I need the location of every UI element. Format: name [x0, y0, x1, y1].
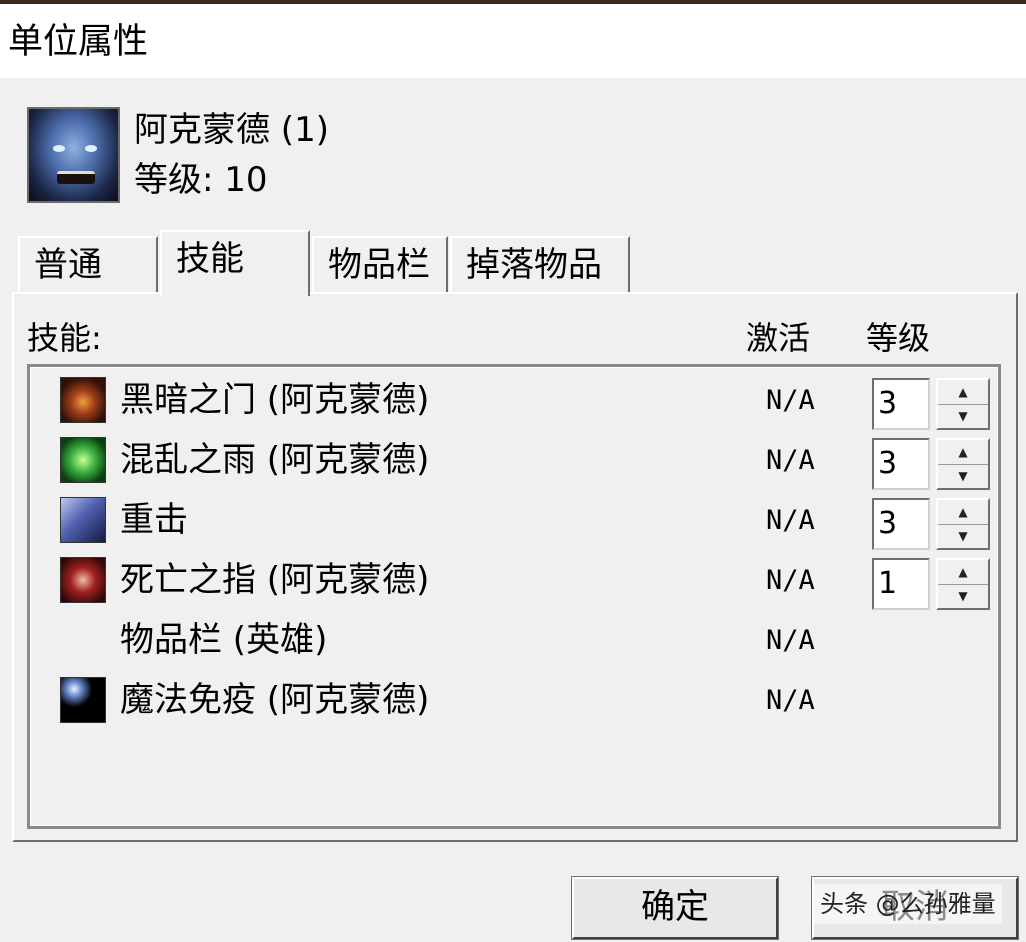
skill-level-spinner[interactable]: ▲ ▼	[936, 438, 990, 490]
skills-list[interactable]: 黑暗之门 (阿克蒙德) N/A 3 ▲ ▼ 混乱之雨 (阿克蒙德) N/A 3 …	[27, 364, 1001, 829]
portrait-mouth	[57, 171, 95, 184]
skill-active: N/A	[766, 565, 815, 596]
skill-name: 重击	[120, 500, 188, 540]
portrait-eye	[53, 145, 65, 152]
skill-name: 黑暗之门 (阿克蒙德)	[120, 380, 430, 420]
skill-level-input[interactable]: 3	[872, 438, 930, 490]
skill-level-spinner[interactable]: ▲ ▼	[936, 378, 990, 430]
level-header: 等级	[866, 319, 931, 357]
spin-down-icon[interactable]: ▼	[938, 584, 988, 608]
skill-level-spinner[interactable]: ▲ ▼	[936, 558, 990, 610]
spell-immunity-icon	[60, 677, 106, 723]
skill-row[interactable]: 魔法免疫 (阿克蒙德) N/A	[30, 671, 998, 731]
skill-level-input[interactable]: 3	[872, 498, 930, 550]
skill-row[interactable]: 混乱之雨 (阿克蒙德) N/A 3 ▲ ▼	[30, 431, 998, 491]
title-bar: 单位属性	[0, 4, 1026, 78]
skill-level-input[interactable]: 3	[872, 378, 930, 430]
watermark: 头条 @么孙雅量	[814, 884, 1002, 924]
skill-name: 死亡之指 (阿克蒙德)	[120, 560, 430, 600]
tab-inventory[interactable]: 物品栏	[312, 236, 448, 294]
portrait-eye	[85, 145, 97, 152]
hero-portrait-icon	[27, 107, 120, 203]
spin-up-icon[interactable]: ▲	[938, 560, 988, 585]
tab-general[interactable]: 普通	[18, 236, 158, 294]
skill-active: N/A	[766, 625, 815, 656]
spin-down-icon[interactable]: ▼	[938, 524, 988, 548]
bash-icon	[60, 497, 106, 543]
skills-header: 技能:	[27, 319, 102, 357]
spin-up-icon[interactable]: ▲	[938, 380, 988, 405]
skill-level-input[interactable]: 1	[872, 558, 930, 610]
tab-drops[interactable]: 掉落物品	[450, 236, 630, 294]
skill-row[interactable]: 黑暗之门 (阿克蒙德) N/A 3 ▲ ▼	[30, 371, 998, 431]
finger-of-death-icon	[60, 557, 106, 603]
skill-row[interactable]: 物品栏 (英雄) N/A	[30, 611, 998, 671]
unit-name: 阿克蒙德 (1)	[134, 110, 329, 150]
window-title: 单位属性	[8, 22, 149, 62]
tab-skills[interactable]: 技能	[160, 230, 310, 296]
skill-active: N/A	[766, 385, 815, 416]
skill-name: 混乱之雨 (阿克蒙德)	[120, 440, 430, 480]
skill-row[interactable]: 死亡之指 (阿克蒙德) N/A 1 ▲ ▼	[30, 551, 998, 611]
spin-up-icon[interactable]: ▲	[938, 500, 988, 525]
skill-name: 物品栏 (英雄)	[120, 620, 328, 660]
dark-portal-icon	[60, 377, 106, 423]
spin-down-icon[interactable]: ▼	[938, 404, 988, 428]
ok-button[interactable]: 确定	[571, 876, 779, 940]
unit-level: 等级: 10	[134, 160, 268, 200]
rain-of-chaos-icon	[60, 437, 106, 483]
spin-up-icon[interactable]: ▲	[938, 440, 988, 465]
skill-level-spinner[interactable]: ▲ ▼	[936, 498, 990, 550]
active-header: 激活	[746, 319, 811, 357]
skill-name: 魔法免疫 (阿克蒙德)	[120, 680, 430, 720]
skill-row[interactable]: 重击 N/A 3 ▲ ▼	[30, 491, 998, 551]
skill-active: N/A	[766, 445, 815, 476]
skill-active: N/A	[766, 505, 815, 536]
skill-active: N/A	[766, 685, 815, 716]
spin-down-icon[interactable]: ▼	[938, 464, 988, 488]
